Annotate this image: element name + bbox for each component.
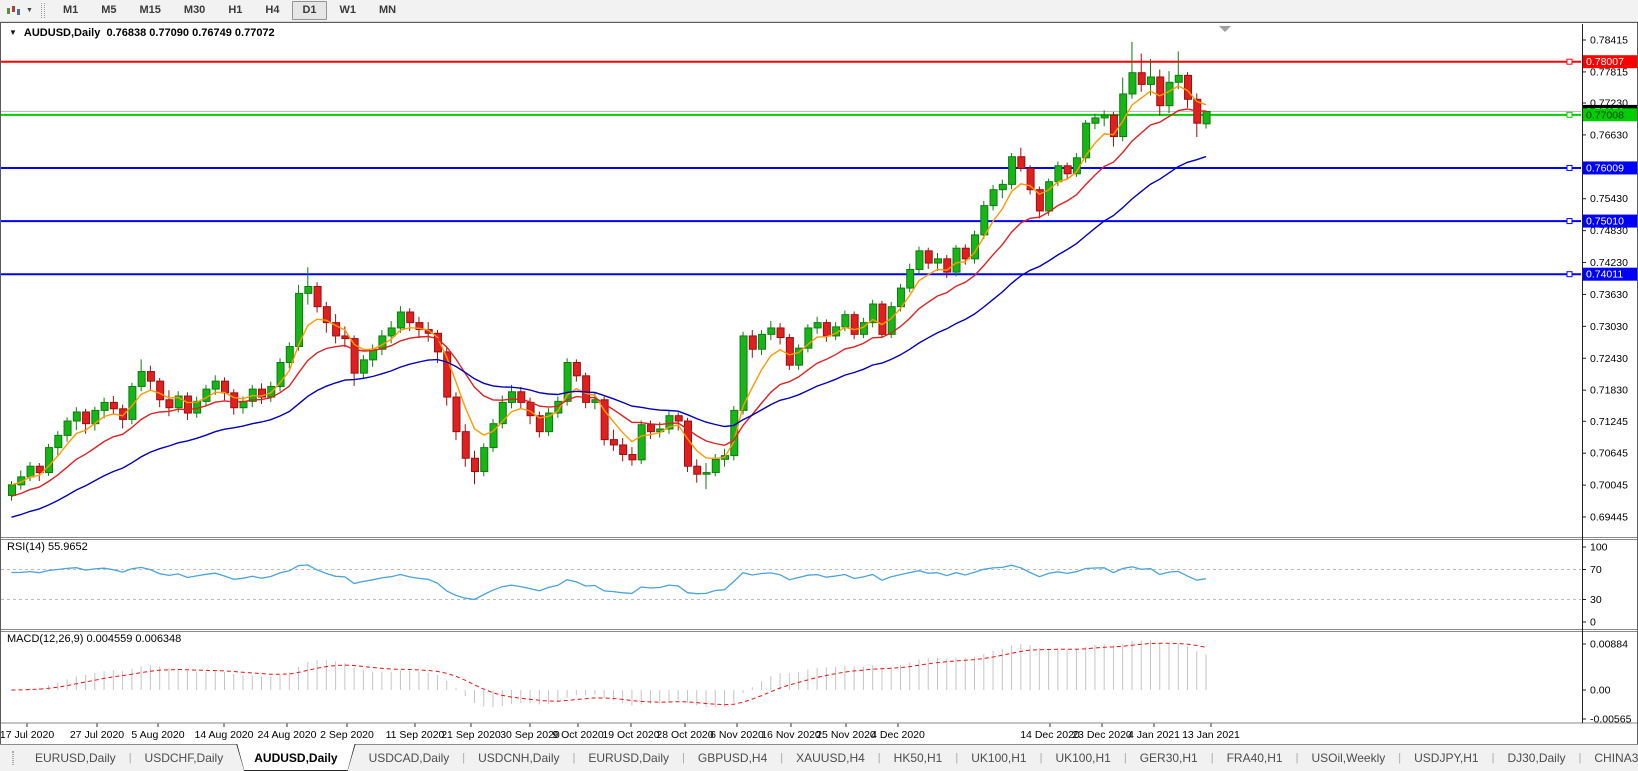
- symbol-tab-uk100-h1[interactable]: UK100,H1: [1042, 745, 1123, 771]
- timeframe-button-m5[interactable]: M5: [91, 1, 126, 20]
- svg-text:-0.00565: -0.00565: [1590, 714, 1632, 726]
- svg-text:0.75010: 0.75010: [1586, 216, 1624, 228]
- svg-text:6 Nov 2020: 6 Nov 2020: [710, 729, 764, 741]
- svg-text:0: 0: [1590, 617, 1596, 629]
- svg-text:30: 30: [1590, 594, 1602, 606]
- svg-text:9 Oct 2020: 9 Oct 2020: [552, 729, 604, 741]
- symbol-tab-audusd-daily[interactable]: AUDUSD,Daily: [236, 744, 355, 771]
- symbol-tab-uk100-h1[interactable]: UK100,H1: [958, 745, 1039, 771]
- svg-text:0.76009: 0.76009: [1586, 162, 1624, 174]
- symbol-tab-ger30-h1[interactable]: GER30,H1: [1127, 745, 1211, 771]
- chart-title: ▼ AUDUSD,Daily 0.76838 0.77090 0.76749 0.…: [9, 27, 275, 39]
- symbol-tab-fra40-h1[interactable]: FRA40,H1: [1214, 745, 1296, 771]
- svg-text:19 Oct 2020: 19 Oct 2020: [602, 729, 659, 741]
- svg-text:16 Nov 2020: 16 Nov 2020: [761, 729, 821, 741]
- svg-text:30 Sep 2020: 30 Sep 2020: [500, 729, 560, 741]
- chart-symbol-period: AUDUSD,Daily: [23, 27, 101, 39]
- svg-text:0.78007: 0.78007: [1586, 56, 1624, 68]
- chart-context-arrow-icon[interactable]: ▼: [9, 28, 17, 37]
- timeframe-button-w1[interactable]: W1: [330, 1, 367, 20]
- hline-handle[interactable]: [1566, 164, 1573, 171]
- hline-handle[interactable]: [1566, 58, 1573, 65]
- svg-text:5 Aug 2020: 5 Aug 2020: [131, 729, 184, 741]
- svg-text:4 Dec 2020: 4 Dec 2020: [871, 729, 925, 741]
- symbol-tab-xauusd-h4[interactable]: XAUUSD,H4: [783, 745, 878, 771]
- svg-text:27 Jul 2020: 27 Jul 2020: [70, 729, 124, 741]
- symbol-tab-bar: EURUSD,Daily | USDCHF,Daily AUDUSD,Daily USD…: [0, 744, 1638, 771]
- timeframe-button-h4[interactable]: H4: [255, 1, 289, 20]
- svg-text:25 Nov 2020: 25 Nov 2020: [816, 729, 876, 741]
- svg-text:100: 100: [1590, 542, 1608, 554]
- svg-text:2 Sep 2020: 2 Sep 2020: [320, 729, 374, 741]
- svg-text:4 Jan 2021: 4 Jan 2021: [1128, 729, 1180, 741]
- timeframe-button-m15[interactable]: M15: [130, 1, 171, 20]
- hline-handle[interactable]: [1566, 218, 1573, 225]
- svg-text:28 Oct 2020: 28 Oct 2020: [656, 729, 713, 741]
- hline-handle[interactable]: [1566, 111, 1573, 118]
- svg-text:0.70045: 0.70045: [1590, 480, 1628, 492]
- timeframe-button-d1[interactable]: D1: [292, 1, 327, 20]
- mt4-window: { "toolbar":{ "chart_icon":"candlestick-…: [0, 0, 1638, 771]
- svg-text:0.75430: 0.75430: [1590, 193, 1628, 205]
- svg-text:0.73030: 0.73030: [1590, 321, 1628, 333]
- chart-canvas[interactable]: 0.784150.778150.772300.766300.754300.748…: [0, 0, 1638, 771]
- svg-text:14 Aug 2020: 14 Aug 2020: [195, 729, 254, 741]
- svg-text:0.00884: 0.00884: [1590, 639, 1628, 651]
- timeframe-buttons: M1 M5 M15 M30 H1 H4 D1 W1 MN: [53, 1, 409, 20]
- svg-text:0.73630: 0.73630: [1590, 289, 1628, 301]
- symbol-tab-usdchf-daily[interactable]: USDCHF,Daily: [132, 745, 237, 771]
- symbol-tab-eurusd-daily[interactable]: EURUSD,Daily: [575, 745, 682, 771]
- macd-indicator-label: MACD(12,26,9) 0.004559 0.006348: [7, 633, 182, 645]
- svg-text:0.71830: 0.71830: [1590, 385, 1628, 397]
- svg-text:17 Jul 2020: 17 Jul 2020: [0, 729, 54, 741]
- svg-text:0.77815: 0.77815: [1590, 66, 1628, 78]
- symbol-tab-usdjpy-h1[interactable]: USDJPY,H1: [1401, 745, 1491, 771]
- svg-text:0.74230: 0.74230: [1590, 257, 1628, 269]
- svg-text:0.77008: 0.77008: [1586, 109, 1624, 121]
- svg-text:70: 70: [1590, 564, 1602, 576]
- symbol-tab-usdcnh-daily[interactable]: USDCNH,Daily: [465, 745, 572, 771]
- tabbar-grip[interactable]: [12, 751, 14, 765]
- symbol-tab-dj30-daily[interactable]: DJ30,Daily: [1494, 745, 1578, 771]
- candlestick-chart-icon[interactable]: [4, 3, 24, 18]
- rsi-indicator-label: RSI(14) 55.9652: [7, 541, 88, 553]
- toolbar-grip[interactable]: [40, 3, 45, 18]
- svg-text:21 Sep 2020: 21 Sep 2020: [441, 729, 501, 741]
- svg-text:24 Aug 2020: 24 Aug 2020: [258, 729, 317, 741]
- svg-text:0.00: 0.00: [1590, 685, 1611, 697]
- symbol-tab-usdcad-daily[interactable]: USDCAD,Daily: [356, 745, 463, 771]
- svg-text:11 Sep 2020: 11 Sep 2020: [386, 729, 445, 741]
- symbol-tab-usoil-weekly[interactable]: USOil,Weekly: [1298, 745, 1398, 771]
- svg-text:0.74011: 0.74011: [1586, 269, 1623, 281]
- svg-text:14 Dec 2020: 14 Dec 2020: [1020, 729, 1080, 741]
- svg-text:0.72430: 0.72430: [1590, 353, 1628, 365]
- timeframe-button-m1[interactable]: M1: [53, 1, 88, 20]
- svg-text:0.69445: 0.69445: [1590, 512, 1628, 524]
- timeframe-button-mn[interactable]: MN: [369, 1, 406, 20]
- svg-text:0.71245: 0.71245: [1590, 416, 1628, 428]
- chart-ohlc-readout: 0.76838 0.77090 0.76749 0.77072: [106, 27, 275, 39]
- symbol-tabs: EURUSD,Daily | USDCHF,Daily AUDUSD,Daily USD…: [22, 745, 1638, 771]
- svg-text:23 Dec 2020: 23 Dec 2020: [1072, 729, 1132, 741]
- timeframe-button-m30[interactable]: M30: [174, 1, 215, 20]
- svg-text:13 Jan 2021: 13 Jan 2021: [1182, 729, 1240, 741]
- chevron-down-icon[interactable]: ▼: [26, 7, 33, 14]
- hline-handle[interactable]: [1566, 271, 1573, 278]
- svg-text:0.78415: 0.78415: [1590, 35, 1628, 47]
- svg-text:0.70645: 0.70645: [1590, 448, 1628, 460]
- timeframe-button-h1[interactable]: H1: [218, 1, 252, 20]
- symbol-tab-china300-h1[interactable]: CHINA300,H1: [1581, 745, 1638, 771]
- symbol-tab-eurusd-daily[interactable]: EURUSD,Daily: [22, 745, 129, 771]
- svg-text:0.76630: 0.76630: [1590, 129, 1628, 141]
- top-toolbar: ▼ M1 M5 M15 M30 H1 H4 D1 W1 MN: [0, 0, 1638, 22]
- symbol-tab-hk50-h1[interactable]: HK50,H1: [881, 745, 956, 771]
- symbol-tab-gbpusd-h4[interactable]: GBPUSD,H4: [685, 745, 780, 771]
